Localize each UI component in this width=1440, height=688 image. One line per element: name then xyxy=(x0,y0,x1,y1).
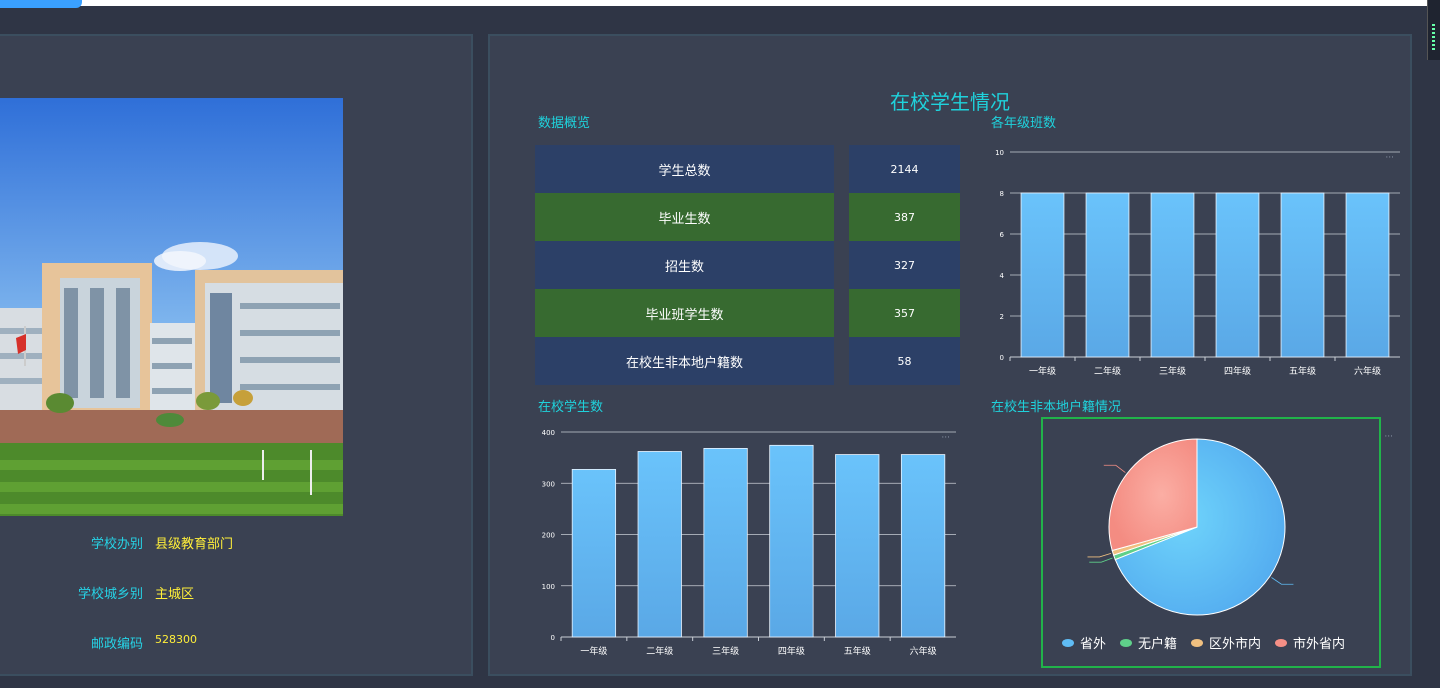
info-value-row: 528300 xyxy=(155,633,355,651)
info-value-row: 主城区 xyxy=(155,583,355,602)
overview-row-name: 毕业班学生数 xyxy=(535,289,834,337)
legend-label: 省外 xyxy=(1080,637,1107,652)
info-label: 邮政编码 xyxy=(90,637,143,652)
y-tick-label: 8 xyxy=(1000,190,1004,198)
overview-row-name: 招生数 xyxy=(535,241,834,289)
class-count-chart-title: 各年级班数 xyxy=(991,116,1057,131)
x-tick-label: 四年级 xyxy=(778,645,805,657)
bar xyxy=(1020,192,1065,358)
legend-item[interactable]: 无户籍 xyxy=(1120,633,1177,652)
legend-item[interactable]: 市外省内 xyxy=(1275,633,1345,652)
legend-marker-icon xyxy=(1275,638,1288,647)
y-tick-label: 0 xyxy=(551,634,555,642)
y-tick-label: 6 xyxy=(1000,231,1005,239)
bar xyxy=(637,451,682,638)
x-tick-label: 五年级 xyxy=(844,645,871,657)
x-tick-label: 六年级 xyxy=(1354,365,1381,377)
legend-marker-icon xyxy=(1191,638,1204,647)
overview-row: 招生数 327 xyxy=(535,241,960,289)
y-tick-label: 100 xyxy=(542,583,555,591)
bar xyxy=(1280,192,1325,358)
info-value: 528300 xyxy=(155,633,197,646)
pie-legend: 省外 无户籍 区外市内 市外省内 xyxy=(1062,633,1345,652)
y-tick-label: 300 xyxy=(542,480,555,488)
overview-row-value: 357 xyxy=(849,289,960,337)
x-tick-label: 六年级 xyxy=(910,645,937,657)
active-tab-indicator[interactable] xyxy=(0,0,82,8)
overview-row: 毕业班学生数 357 xyxy=(535,289,960,337)
pie-label-line xyxy=(1271,577,1294,585)
info-value: 县级教育部门 xyxy=(155,537,234,552)
info-label: 学校办别 xyxy=(90,537,143,552)
overview-row-name: 学生总数 xyxy=(535,145,834,193)
x-tick-label: 二年级 xyxy=(646,645,673,657)
bar xyxy=(703,447,748,638)
legend-item[interactable]: 省外 xyxy=(1062,633,1106,652)
x-tick-label: 一年级 xyxy=(1029,365,1056,377)
overview-row-value: 327 xyxy=(849,241,960,289)
bar xyxy=(835,454,880,638)
legend-item[interactable]: 区外市内 xyxy=(1191,633,1261,652)
bar xyxy=(1150,192,1195,358)
y-tick-label: 4 xyxy=(1000,272,1005,280)
nonlocal-chart-title: 在校生非本地户籍情况 xyxy=(991,400,1122,415)
pie-label-line xyxy=(1103,464,1126,473)
class-count-bar-chart: 0 2 4 6 8 10 一年级 二年级 三年级 四年级 五年级 六年级 ··· xyxy=(995,149,1400,377)
pie-label-line xyxy=(1089,557,1113,563)
overview-row: 学生总数 2144 xyxy=(535,145,960,193)
overview-row-value: 58 xyxy=(849,337,960,385)
panel-title: 在校学生情况 xyxy=(890,90,1010,114)
y-tick-label: 400 xyxy=(542,429,555,437)
overview-row-value: 2144 xyxy=(849,145,960,193)
legend-label: 区外市内 xyxy=(1209,637,1262,652)
school-photo xyxy=(0,98,343,516)
x-tick-label: 二年级 xyxy=(1094,365,1121,377)
overview-row: 在校生非本地户籍数 58 xyxy=(535,337,960,385)
y-tick-label: 10 xyxy=(995,149,1004,157)
top-strip xyxy=(0,0,1440,8)
students-chart-title: 在校学生数 xyxy=(538,400,604,415)
bar xyxy=(1345,192,1390,358)
scrollbar[interactable] xyxy=(1427,0,1440,60)
info-row-postcode: 邮政编码 xyxy=(0,633,143,652)
legend-label: 市外省内 xyxy=(1293,637,1346,652)
bar xyxy=(1215,192,1260,358)
legend-marker-icon xyxy=(1120,638,1133,647)
nonlocal-pie-chart: ··· xyxy=(1087,432,1393,616)
overview-title: 数据概览 xyxy=(538,116,591,131)
chart-menu-icon: ··· xyxy=(1385,153,1394,163)
scrollbar-grip[interactable] xyxy=(1432,24,1435,50)
chart-menu-icon: ··· xyxy=(1384,432,1393,442)
x-tick-label: 一年级 xyxy=(580,645,607,657)
bar xyxy=(769,444,814,638)
overview-row: 毕业生数 387 xyxy=(535,193,960,241)
pie-label-line xyxy=(1087,553,1112,558)
legend-label: 无户籍 xyxy=(1138,637,1178,652)
info-label: 学校城乡别 xyxy=(77,587,143,602)
x-tick-label: 五年级 xyxy=(1289,365,1316,377)
info-value: 主城区 xyxy=(155,587,195,602)
overview-row-value: 387 xyxy=(849,193,960,241)
students-bar-chart: 0 100 200 300 400 一年级 二年级 三年级 四年级 五年级 六年级 ··· xyxy=(542,429,956,657)
legend-marker-icon xyxy=(1062,638,1074,647)
y-tick-label: 2 xyxy=(1000,313,1004,321)
info-row-type: 学校办别 xyxy=(0,533,143,552)
info-value-row: 县级教育部门 xyxy=(155,533,355,552)
bar xyxy=(1085,192,1130,358)
x-tick-label: 三年级 xyxy=(712,645,739,657)
overview-row-name: 毕业生数 xyxy=(535,193,834,241)
bar xyxy=(900,454,946,638)
overview-row-name: 在校生非本地户籍数 xyxy=(535,337,834,385)
chart-menu-icon: ··· xyxy=(941,433,950,443)
x-tick-label: 四年级 xyxy=(1224,365,1251,377)
bar xyxy=(571,469,617,638)
y-tick-label: 0 xyxy=(1000,354,1004,362)
info-row-urban: 学校城乡别 xyxy=(0,583,143,602)
y-tick-label: 200 xyxy=(542,532,555,540)
x-tick-label: 三年级 xyxy=(1159,365,1186,377)
